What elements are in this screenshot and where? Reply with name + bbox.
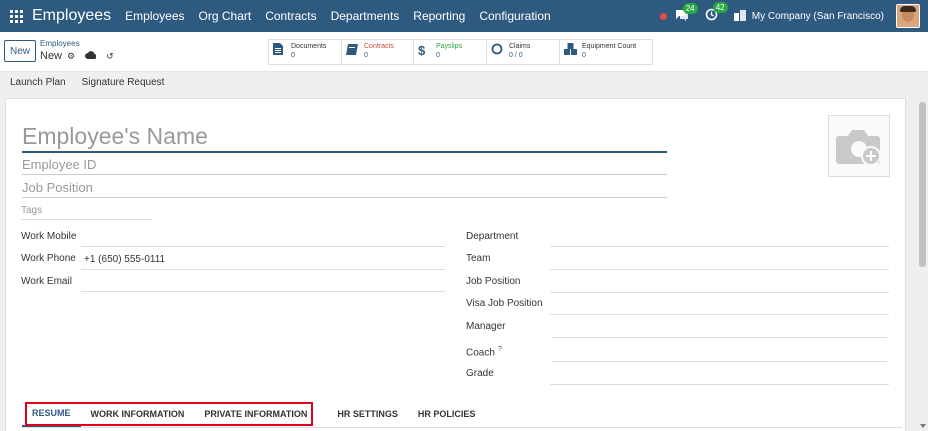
top-navbar: Employees Employees Org Chart Contracts … [0,0,928,32]
department-label: Department [466,231,519,242]
menu-departments[interactable]: Departments [331,9,400,23]
launch-plan-button[interactable]: Launch Plan [10,77,66,88]
team-label: Team [466,253,491,264]
company-switch-icon[interactable] [733,9,746,24]
scroll-down-arrow-icon[interactable] [920,424,926,428]
cloud-save-icon[interactable] [85,51,97,61]
coach-input[interactable] [552,361,887,362]
payslips-count: 0 [436,52,440,59]
form-sheet: Employee's Name Employee ID Job Position… [5,98,906,431]
status-dot-icon[interactable] [659,12,667,20]
manager-input[interactable] [552,337,887,338]
claims-count: 0 / 0 [509,52,523,59]
visa-job-position-input[interactable] [550,314,889,315]
work-email-input[interactable] [81,291,445,292]
contracts-count: 0 [364,52,368,59]
tab-work-information[interactable]: WORK INFORMATION [81,401,195,427]
tabs-divider [22,427,902,428]
discard-undo-icon[interactable]: ↺ [106,51,114,62]
activities-badge: 42 [712,2,728,13]
activities-clock-icon[interactable]: 42 [705,2,728,24]
team-input[interactable] [550,269,889,270]
tab-hr-settings[interactable]: HR SETTINGS [317,401,408,427]
vertical-scrollbar[interactable] [917,98,928,431]
signature-request-button[interactable]: Signature Request [82,77,165,88]
contract-book-icon [346,42,364,60]
manager-label: Manager [466,321,506,332]
grade-label: Grade [466,368,494,379]
user-avatar[interactable] [896,4,920,28]
breadcrumb: New ⚙ ↺ [40,50,124,62]
equipment-label: Equipment Count [582,43,637,50]
tags-input[interactable]: Tags [21,203,152,220]
contracts-label: Contracts [364,43,394,50]
work-phone-label: Work Phone [21,253,76,264]
employee-photo-upload[interactable] [828,115,890,177]
tab-resume[interactable]: RESUME [22,401,81,427]
app-title[interactable]: Employees [32,7,111,25]
circle-icon [491,42,509,60]
claims-smart-button[interactable]: Claims 0 / 0 [487,40,560,64]
menu-org-chart[interactable]: Org Chart [199,9,252,23]
cubes-icon [564,42,582,60]
menu-contracts[interactable]: Contracts [265,9,316,23]
documents-label: Documents [291,43,327,50]
payslips-label: Payslips [436,43,463,50]
tab-private-information[interactable]: PRIVATE INFORMATION [194,401,317,427]
company-name[interactable]: My Company (San Francisco) [752,11,884,22]
messages-icon[interactable]: 24 [675,2,698,24]
department-input[interactable] [550,246,889,247]
job-position-input[interactable]: Job Position [22,177,667,198]
contracts-smart-button[interactable]: Contracts 0 [342,40,414,64]
visa-job-position-label: Visa Job Position [466,298,543,309]
tab-hr-policies[interactable]: HR POLICIES [408,401,486,427]
employee-id-input[interactable]: Employee ID [22,155,667,175]
claims-label: Claims [509,43,531,50]
job-position-field-input[interactable] [550,292,889,293]
documents-smart-button[interactable]: Documents 0 [269,40,342,64]
grade-input[interactable] [550,384,889,385]
menu-reporting[interactable]: Reporting [413,9,465,23]
breadcrumb-parent[interactable]: Employees [40,39,80,48]
equipment-smart-button[interactable]: Equipment Count 0 [560,40,652,64]
smart-buttons: Documents 0 Contracts 0 $ Payslips 0 Claims… [268,39,653,65]
gear-icon[interactable]: ⚙ [67,51,75,62]
scrollbar-thumb[interactable] [919,102,926,267]
messages-badge: 24 [682,2,698,14]
breadcrumb-current: New [40,50,63,62]
work-mobile-input[interactable] [81,246,445,247]
coach-label-text: Coach [466,347,495,359]
control-panel: New Employees New ⚙ ↺ Documents 0 Contrac… [0,32,928,72]
menu-configuration[interactable]: Configuration [479,9,550,23]
job-position-label: Job Position [466,276,521,287]
new-button[interactable]: New [4,40,36,62]
work-mobile-label: Work Mobile [21,231,77,242]
dollar-icon: $ [418,43,426,58]
work-email-label: Work Email [21,276,72,287]
coach-label: Coach? [466,343,502,360]
menu-employees[interactable]: Employees [125,9,184,23]
documents-count: 0 [291,52,295,59]
employee-name-input[interactable]: Employee's Name [22,119,667,153]
payslips-smart-button[interactable]: $ Payslips 0 [414,40,487,64]
document-icon [273,42,291,60]
notebook-tabs: RESUME WORK INFORMATION PRIVATE INFORMAT… [22,401,902,429]
help-tooltip-icon[interactable]: ? [498,346,502,353]
work-phone-underline [81,269,445,270]
apps-menu-icon[interactable] [0,0,32,32]
form-statusbar: Launch Plan Signature Request [0,72,928,92]
equipment-count: 0 [582,52,586,59]
work-phone-input[interactable]: +1 (650) 555-0111 [84,253,165,267]
camera-plus-icon [836,130,881,166]
